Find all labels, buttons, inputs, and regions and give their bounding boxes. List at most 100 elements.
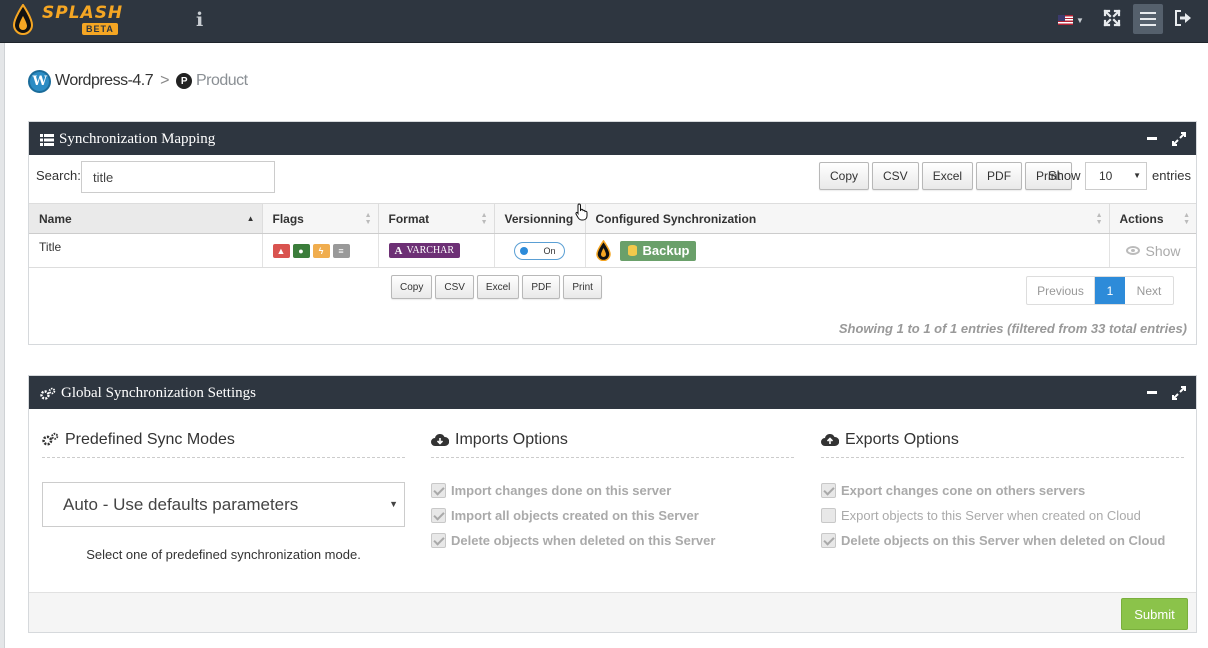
panel-header: Synchronization Mapping — [29, 122, 1196, 155]
splash-drop-icon — [595, 240, 611, 261]
col-flags[interactable]: Flags ▲ ▼ — [262, 203, 379, 234]
sync-mode-help: Select one of predefined synchronization… — [86, 547, 361, 562]
us-flag-icon — [1058, 15, 1073, 25]
cloud-download-icon — [431, 433, 449, 446]
hand-cursor-icon — [575, 203, 588, 221]
show-button[interactable]: Show — [1125, 242, 1187, 259]
col-configured-sync-label: Configured Synchronization — [595, 211, 757, 226]
export-buttons-top: Copy CSV Excel PDF Print — [819, 162, 1072, 190]
warning-icon[interactable]: ▲ — [272, 243, 290, 258]
cell-format: A VARCHAR — [378, 233, 495, 268]
sync-mode-value: Auto - Use defaults parameters — [63, 495, 299, 514]
section-title: Exports Options — [821, 428, 1184, 458]
minimize-icon[interactable] — [1147, 137, 1157, 140]
format-badge: A VARCHAR — [388, 243, 461, 259]
col-versionning[interactable]: Versionning — [494, 203, 586, 234]
export-option-delete[interactable]: Delete objects on this Server when delet… — [821, 528, 1184, 553]
expand-icon[interactable] — [1102, 8, 1122, 28]
minimize-icon[interactable] — [1147, 391, 1157, 394]
submit-button[interactable]: Submit — [1121, 598, 1188, 630]
panel-title: Synchronization Mapping — [40, 131, 215, 148]
checkbox[interactable] — [821, 508, 836, 523]
global-sync-settings-panel: Global Synchronization Settings Predefin… — [28, 375, 1197, 633]
pagination-previous[interactable]: Previous — [1027, 277, 1095, 304]
sync-mapping-title: Synchronization Mapping — [59, 131, 216, 147]
logout-icon[interactable] — [1174, 9, 1192, 27]
checkbox[interactable] — [431, 508, 446, 523]
show-label: Show — [1145, 242, 1181, 259]
list-icon[interactable]: ≡ — [332, 243, 350, 258]
maximize-icon[interactable] — [1172, 132, 1186, 146]
pdf-button[interactable]: PDF — [976, 162, 1023, 190]
export-buttons-bottom: Copy CSV Excel PDF Print — [391, 275, 602, 299]
toggle-label: On — [543, 245, 556, 256]
option-label: Import all objects created on this Serve… — [451, 508, 699, 523]
option-label: Export changes cone on others servers — [841, 483, 1086, 498]
table-info: Showing 1 to 1 of 1 entries (filtered fr… — [838, 321, 1187, 336]
export-option-changes[interactable]: Export changes cone on others servers — [821, 478, 1184, 503]
menu-toggle-button[interactable] — [1133, 4, 1163, 34]
entries-value: 10 — [1099, 169, 1113, 183]
col-format[interactable]: Format ▲ ▼ — [378, 203, 495, 234]
globe-icon[interactable]: ● — [292, 243, 310, 258]
csv-button[interactable]: CSV — [435, 275, 474, 299]
checkbox[interactable] — [431, 533, 446, 548]
panel-header: Global Synchronization Settings — [29, 376, 1196, 409]
export-option-created[interactable]: Export objects to this Server when creat… — [821, 503, 1184, 528]
entries-select[interactable]: 10 ▼ — [1085, 162, 1147, 190]
copy-button[interactable]: Copy — [391, 275, 433, 299]
checkbox[interactable] — [821, 483, 836, 498]
csv-button[interactable]: CSV — [872, 162, 919, 190]
option-label: Import changes done on this server — [451, 483, 672, 498]
col-configured-sync[interactable]: Configured Synchronization ▲ ▼ — [585, 203, 1110, 234]
eye-icon — [1125, 246, 1140, 255]
exports-section: Exports Options Export changes cone on o… — [821, 428, 1184, 553]
breadcrumb-parent[interactable]: Wordpress-4.7 — [55, 72, 154, 90]
backup-label: Backup — [642, 243, 690, 258]
exports-title: Exports Options — [845, 430, 959, 448]
col-name[interactable]: Name ▲ — [29, 203, 263, 234]
import-option-created[interactable]: Import all objects created on this Serve… — [431, 503, 794, 528]
font-icon: A — [394, 244, 403, 257]
exports-options: Export changes cone on others servers Ex… — [821, 478, 1184, 553]
top-navbar: SPLASH BETA i ▼ — [0, 0, 1208, 43]
beta-badge: BETA — [82, 23, 118, 35]
col-flags-label: Flags — [272, 211, 304, 226]
pagination-next[interactable]: Next — [1125, 277, 1173, 304]
splash-logo[interactable]: SPLASH BETA — [12, 3, 122, 37]
versionning-toggle[interactable]: On — [513, 241, 565, 260]
pagination-page-1[interactable]: 1 — [1095, 277, 1125, 304]
col-actions[interactable]: Actions ▲ ▼ — [1109, 203, 1196, 234]
search-label: Search: — [36, 168, 81, 183]
cell-actions: Show — [1109, 233, 1196, 268]
logo-text: SPLASH — [42, 3, 124, 23]
cloud-upload-icon — [821, 433, 839, 446]
info-icon[interactable]: i — [196, 9, 203, 31]
import-option-delete[interactable]: Delete objects when deleted on this Serv… — [431, 528, 794, 553]
entries-label: entries — [1152, 168, 1192, 183]
import-option-changes[interactable]: Import changes done on this server — [431, 478, 794, 503]
table-row[interactable]: Title ▲ ● ϟ ≡ A VARCHAR On Backup Show — [29, 233, 1196, 268]
col-actions-label: Actions — [1119, 211, 1164, 226]
excel-button[interactable]: Excel — [476, 275, 520, 299]
search-input[interactable] — [81, 161, 275, 193]
format-label: VARCHAR — [406, 245, 455, 257]
copy-button[interactable]: Copy — [819, 162, 870, 190]
product-icon: P — [175, 73, 192, 89]
excel-button[interactable]: Excel — [921, 162, 974, 190]
checkbox[interactable] — [821, 533, 836, 548]
maximize-icon[interactable] — [1172, 386, 1186, 400]
menu-icon-bar — [1140, 18, 1156, 20]
pdf-button[interactable]: PDF — [522, 275, 561, 299]
checkbox[interactable] — [431, 483, 446, 498]
breadcrumb-separator: > — [160, 72, 169, 89]
language-selector[interactable]: ▼ — [1058, 13, 1086, 27]
col-versionning-label: Versionning — [504, 211, 574, 226]
field-name: Title — [39, 239, 62, 254]
window-left-edge — [0, 0, 5, 648]
bolt-icon[interactable]: ϟ — [312, 243, 330, 258]
sync-mode-select[interactable]: Auto - Use defaults parameters ▼ — [42, 482, 405, 527]
backup-badge[interactable]: Backup — [619, 240, 697, 261]
global-settings-title: Global Synchronization Settings — [61, 385, 256, 401]
print-button[interactable]: Print — [563, 275, 602, 299]
